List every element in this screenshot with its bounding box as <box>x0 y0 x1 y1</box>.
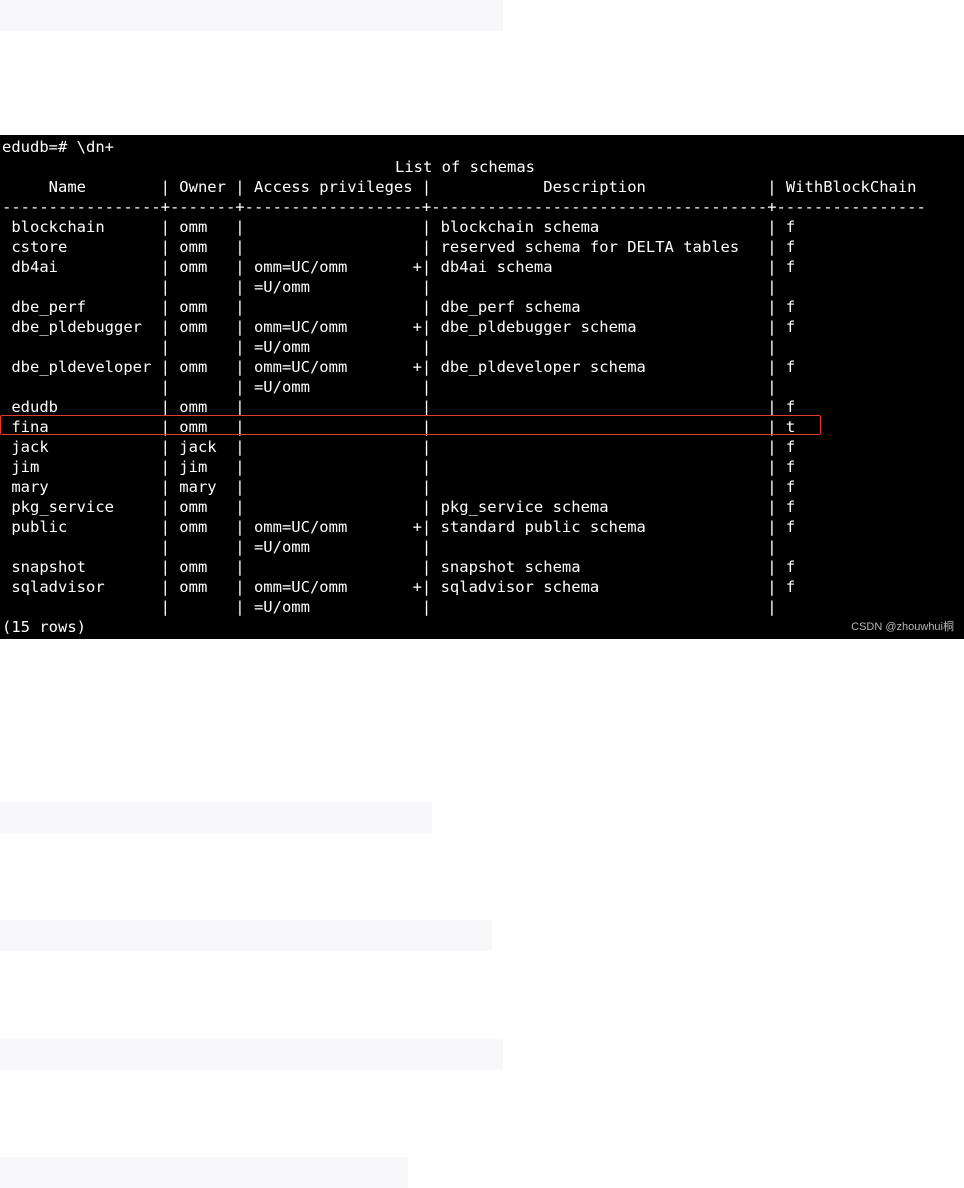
placeholder-bar <box>0 1039 503 1070</box>
prompt-line: edudb=# \dn+ <box>2 138 114 156</box>
placeholder-bar-top <box>0 0 503 31</box>
table-row: public | omm | omm=UC/omm +| standard pu… <box>2 518 796 536</box>
table-row: sqladvisor | omm | omm=UC/omm +| sqladvi… <box>2 578 796 596</box>
table-row: jim | jim | | | f <box>2 458 796 476</box>
table-row: db4ai | omm | omm=UC/omm +| db4ai schema… <box>2 258 796 276</box>
table-row: mary | mary | | | f <box>2 478 796 496</box>
highlight-box <box>0 415 821 435</box>
row-count-footer: (15 rows) <box>2 618 86 636</box>
table-row: | | =U/omm | | <box>2 278 777 296</box>
table-row: dbe_pldeveloper | omm | omm=UC/omm +| db… <box>2 358 796 376</box>
table-title: List of schemas <box>395 158 535 176</box>
table-row: snapshot | omm | | snapshot schema | f <box>2 558 796 576</box>
table-row: | | =U/omm | | <box>2 598 777 616</box>
table-separator: -----------------+-------+--------------… <box>2 198 926 216</box>
table-row: pkg_service | omm | | pkg_service schema… <box>2 498 796 516</box>
table-row: | | =U/omm | | <box>2 378 777 396</box>
table-row: edudb | omm | | | f <box>2 398 796 416</box>
terminal-window: edudb=# \dn+ List of schemas Name | Owne… <box>0 135 964 639</box>
table-row: dbe_pldebugger | omm | omm=UC/omm +| dbe… <box>2 318 796 336</box>
table-row: cstore | omm | | reserved schema for DEL… <box>2 238 796 256</box>
placeholder-bar <box>0 1157 408 1188</box>
table-row: | | =U/omm | | <box>2 338 777 356</box>
table-row: jack | jack | | | f <box>2 438 796 456</box>
watermark: CSDN @zhouwhui桐 <box>851 621 954 633</box>
placeholder-bar <box>0 920 492 951</box>
table-row: | | =U/omm | | <box>2 538 777 556</box>
placeholder-bar <box>0 802 432 833</box>
table-header-row: Name | Owner | Access privileges | Descr… <box>2 178 917 196</box>
table-row: dbe_perf | omm | | dbe_perf schema | f <box>2 298 796 316</box>
table-row: blockchain | omm | | blockchain schema |… <box>2 218 796 236</box>
